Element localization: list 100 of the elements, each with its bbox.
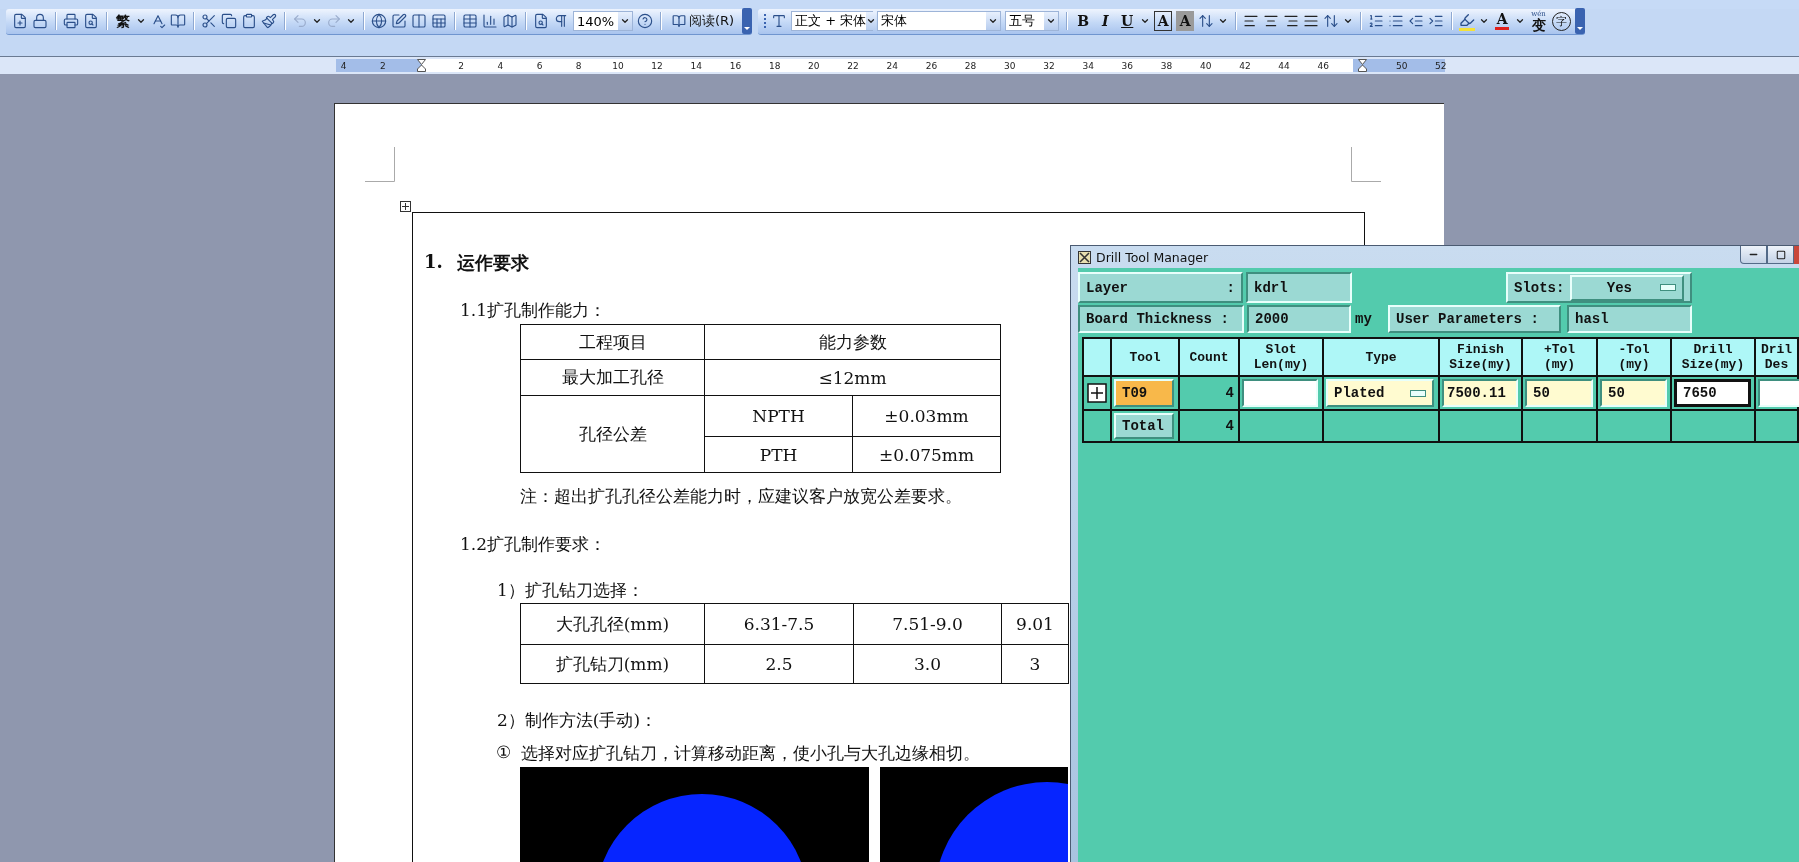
cut-icon[interactable] xyxy=(201,13,217,30)
plus-tolerance-field[interactable]: 50 xyxy=(1525,379,1593,407)
slots-label: Slots: xyxy=(1514,279,1565,296)
styles-icon[interactable] xyxy=(771,13,788,30)
ruler-number: 2 xyxy=(379,59,386,72)
print-icon[interactable] xyxy=(63,13,79,30)
paste-icon[interactable] xyxy=(241,13,257,30)
ruler-number: 34 xyxy=(1082,59,1094,72)
toolbar-options-icon[interactable] xyxy=(742,8,753,35)
table-icon[interactable] xyxy=(462,13,478,30)
column-header xyxy=(1084,339,1110,375)
subsection-heading: 1.2扩孔制作要求： xyxy=(460,533,607,556)
heading-number: 1. xyxy=(424,251,443,274)
ruler-number: 8 xyxy=(575,59,582,72)
tables-borders-icon[interactable] xyxy=(391,13,407,30)
indent-marker-icon[interactable] xyxy=(417,59,427,73)
maximize-button[interactable] xyxy=(1767,246,1794,264)
board-thickness-label: Board Thickness : xyxy=(1078,305,1244,333)
column-header: Slot Len(my) xyxy=(1240,339,1322,375)
zoom-page-icon[interactable] xyxy=(533,13,549,30)
traditional-chinese-button[interactable]: 繁 xyxy=(114,11,132,32)
ruler-number: 30 xyxy=(1004,59,1016,72)
ruler-number: 42 xyxy=(1239,59,1251,72)
show-formatting-icon[interactable] xyxy=(553,13,569,30)
grip-icon[interactable] xyxy=(764,13,768,30)
style-dropdown[interactable]: 正文 + 宋体 xyxy=(791,11,874,32)
ruler-number: 24 xyxy=(886,59,898,72)
ruler-number: 52 xyxy=(1435,59,1447,72)
table-cell: 6.31-7.5 xyxy=(704,603,854,645)
print-preview-icon[interactable] xyxy=(83,13,99,30)
type-dropdown[interactable]: Plated xyxy=(1326,379,1434,407)
read-mode-button[interactable]: 阅读(R) xyxy=(668,10,739,33)
user-parameters-button[interactable]: User Parameters : xyxy=(1388,305,1561,333)
board-thickness-field[interactable]: 2000 xyxy=(1247,305,1351,333)
minus-tolerance-field[interactable]: 50 xyxy=(1600,379,1667,407)
total-button[interactable]: Total xyxy=(1114,413,1174,439)
ruler-number: 20 xyxy=(808,59,820,72)
italic-button[interactable]: I xyxy=(1096,11,1115,32)
zoom-dropdown[interactable]: 140% xyxy=(573,11,633,32)
column-header: Tool xyxy=(1112,339,1178,375)
character-border-button[interactable]: A xyxy=(1154,11,1173,32)
ruler-number: 26 xyxy=(925,59,938,72)
ruler-number: 16 xyxy=(729,59,742,72)
highlight-icon[interactable] xyxy=(1459,11,1476,31)
research-icon[interactable] xyxy=(170,13,186,30)
table-cell: 孔径公差 xyxy=(520,395,705,473)
subsection-heading: 1.1扩孔制作能力： xyxy=(460,299,607,322)
user-parameters-field[interactable]: hasl xyxy=(1567,305,1692,333)
column-header: Count xyxy=(1180,339,1238,375)
line-spacing-icon[interactable] xyxy=(1323,13,1340,30)
minimize-button[interactable] xyxy=(1740,246,1767,264)
tool-button[interactable]: T09 xyxy=(1114,379,1174,407)
character-shading-button[interactable]: A xyxy=(1176,11,1195,32)
step-heading: 2）制作方法(手动)： xyxy=(497,709,658,732)
ruler-number: 50 xyxy=(1395,59,1408,72)
ruler-number: 14 xyxy=(690,59,702,72)
layer-button[interactable]: Layer : xyxy=(1078,272,1243,303)
ruler-number: 38 xyxy=(1160,59,1173,72)
table-cell: 能力参数 xyxy=(704,324,1001,360)
document-map-icon[interactable] xyxy=(502,13,518,30)
format-painter-icon[interactable] xyxy=(261,13,277,30)
table-cell: 2.5 xyxy=(704,644,854,684)
font-color-button[interactable]: A xyxy=(1493,11,1512,32)
table-move-handle-icon[interactable] xyxy=(400,201,411,212)
underline-button[interactable]: U xyxy=(1118,11,1137,32)
note-text: 注：超出扩孔孔径公差能力时，应建议客户放宽公差要求。 xyxy=(520,485,962,508)
table-cell: 3 xyxy=(1001,644,1069,684)
instruction-text: 选择对应扩孔钻刀，计算移动距离，使小孔与大孔边缘相切。 xyxy=(521,742,980,765)
ruler-number: 44 xyxy=(1278,59,1290,72)
expand-icon[interactable] xyxy=(1087,383,1107,403)
numbering-icon[interactable] xyxy=(1368,13,1385,30)
step-heading: 1）扩孔钻刀选择： xyxy=(497,579,644,602)
font-size-dropdown[interactable]: 五号 xyxy=(1005,11,1060,32)
slots-dropdown[interactable]: Yes xyxy=(1570,274,1685,301)
permission-icon[interactable] xyxy=(32,13,48,30)
ruler-number: 36 xyxy=(1121,59,1134,72)
table-cell: ≤12mm xyxy=(704,359,1001,396)
spreadsheet-icon[interactable] xyxy=(431,13,447,30)
bold-button[interactable]: B xyxy=(1074,11,1093,32)
chart-icon[interactable] xyxy=(482,13,498,30)
font-dropdown[interactable]: 宋体 xyxy=(877,11,1002,32)
slot-length-field[interactable] xyxy=(1242,379,1318,407)
hyperlink-icon[interactable] xyxy=(371,13,387,30)
indent-marker-icon[interactable] xyxy=(1357,59,1367,73)
finish-size-field[interactable]: 7500.11 xyxy=(1442,379,1518,407)
insert-columns-icon[interactable] xyxy=(411,13,427,30)
table-cell: 大孔孔径(mm) xyxy=(520,603,705,645)
new-document-icon[interactable] xyxy=(12,13,28,30)
copy-icon[interactable] xyxy=(221,13,237,30)
layer-field[interactable]: kdrl xyxy=(1246,272,1352,303)
total-count-cell-text: 4 xyxy=(1225,418,1235,434)
toolbar-options-icon[interactable] xyxy=(1574,8,1585,35)
help-icon[interactable] xyxy=(637,13,653,30)
character-scaling-icon[interactable] xyxy=(1198,13,1215,30)
ruler-number: 28 xyxy=(964,59,977,72)
table-cell xyxy=(1084,411,1110,441)
spelling-icon[interactable] xyxy=(150,13,166,30)
corner-mark-icon xyxy=(1351,147,1381,182)
ruler-number: 10 xyxy=(612,59,624,72)
drill-size-field[interactable]: 7650 xyxy=(1674,379,1751,407)
